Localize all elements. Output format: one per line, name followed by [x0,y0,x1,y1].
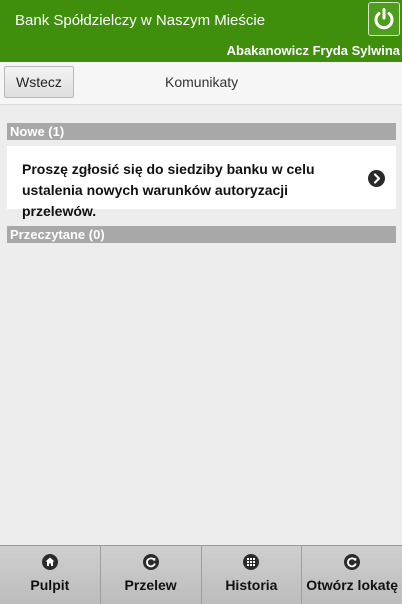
grid-icon [243,554,260,570]
nav-label: Pulpit [30,577,70,593]
app-header: Bank Spółdzielczy w Naszym Mieście Abaka… [0,0,402,62]
nav-label: Historia [225,577,278,593]
home-icon [41,554,58,570]
nav-item-otworz-lokate[interactable]: Otwórz lokatę [302,546,402,604]
message-item[interactable]: Proszę zgłosić się do siedziby banku w c… [7,146,396,219]
section-header-new[interactable]: Nowe (1) [7,123,396,140]
toolbar: Wstecz Komunikaty [0,62,402,105]
nav-item-historia[interactable]: Historia [202,546,303,604]
nav-label: Otwórz lokatę [306,577,399,593]
bottom-nav: Pulpit Przelew Historia Otwórz lokatę [0,545,402,604]
nav-item-pulpit[interactable]: Pulpit [0,546,101,604]
nav-item-przelew[interactable]: Przelew [101,546,202,604]
nav-label: Przelew [124,577,177,593]
refresh-icon [142,554,159,570]
logout-button[interactable] [368,2,400,36]
section-header-read[interactable]: Przeczytane (0) [7,226,396,243]
back-button[interactable]: Wstecz [4,66,74,98]
power-icon [374,8,394,30]
refresh-icon [344,554,361,570]
user-name: Abakanowicz Fryda Sylwina [226,43,400,58]
message-text: Proszę zgłosić się do siedziby banku w c… [22,161,315,219]
chevron-right-icon [368,170,385,187]
page-title: Komunikaty [165,74,239,90]
bank-name: Bank Spółdzielczy w Naszym Mieście [15,12,266,29]
